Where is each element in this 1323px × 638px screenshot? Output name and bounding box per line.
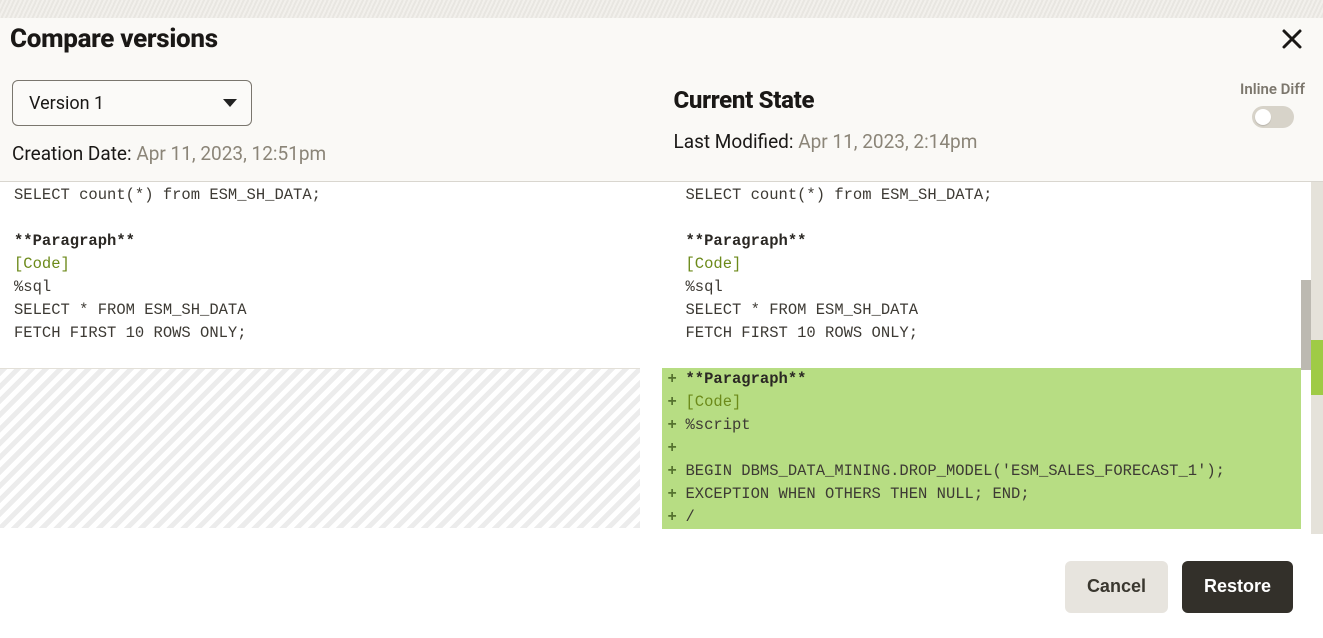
added-line: + / [668, 506, 1302, 529]
plus-icon: + [668, 460, 686, 483]
close-icon [1281, 28, 1303, 50]
added-line: + [668, 437, 1302, 460]
added-line: + %script [668, 414, 1302, 437]
columns-header: Version 1 Creation Date: Apr 11, 2023, 1… [0, 64, 1323, 182]
code-line: SELECT count(*) from ESM_SH_DATA; [686, 184, 1323, 207]
code-line: %script [686, 414, 751, 437]
toggle-knob [1255, 109, 1271, 125]
right-column-header: Current State Last Modified: Apr 11, 202… [662, 80, 1312, 165]
creation-date: Creation Date: Apr 11, 2023, 12:51pm [12, 142, 650, 165]
chevron-down-icon [223, 99, 237, 107]
code-line: BEGIN DBMS_DATA_MINING.DROP_MODEL('ESM_S… [686, 460, 1226, 483]
added-block: + **Paragraph** + [Code] + %script + + [662, 368, 1323, 529]
plus-icon: + [668, 437, 686, 460]
inline-diff-control: Inline Diff [1240, 80, 1305, 128]
code-line [686, 437, 695, 460]
code-line [14, 207, 662, 230]
code-line: %sql [14, 276, 662, 299]
missing-content-placeholder [0, 368, 662, 528]
last-modified-value: Apr 11, 2023, 2:14pm [798, 130, 977, 153]
background-texture [0, 0, 1323, 18]
modal-header: Compare versions [0, 18, 1323, 64]
paragraph-header: **Paragraph** [686, 368, 807, 391]
current-state-title: Current State [674, 80, 1312, 114]
code-tag: [Code] [686, 253, 1323, 276]
left-column-header: Version 1 Creation Date: Apr 11, 2023, 1… [12, 80, 662, 165]
version-select[interactable]: Version 1 [12, 80, 252, 126]
paragraph-header: **Paragraph** [686, 230, 1323, 253]
added-line: + EXCEPTION WHEN OTHERS THEN NULL; END; [668, 483, 1302, 506]
code-line [686, 345, 1323, 368]
modal-footer: Cancel Restore [0, 534, 1323, 638]
cancel-button[interactable]: Cancel [1065, 561, 1168, 613]
modal-title: Compare versions [10, 24, 218, 54]
plus-icon: + [668, 414, 686, 437]
added-line: + [Code] [668, 391, 1302, 414]
code-line: %sql [686, 276, 1323, 299]
last-modified: Last Modified: Apr 11, 2023, 2:14pm [674, 130, 1312, 153]
minimap-added-indicator [1311, 340, 1323, 395]
code-line: FETCH FIRST 10 ROWS ONLY; [14, 322, 662, 345]
added-line: + BEGIN DBMS_DATA_MINING.DROP_MODEL('ESM… [668, 460, 1302, 483]
compare-versions-modal: Compare versions Version 1 Creation Date… [0, 18, 1323, 638]
version-select-value: Version 1 [29, 93, 104, 114]
creation-date-value: Apr 11, 2023, 12:51pm [136, 142, 326, 165]
plus-icon: + [668, 506, 686, 529]
added-line: + **Paragraph** [668, 368, 1302, 391]
creation-date-label: Creation Date: [12, 142, 136, 165]
code-line: SELECT * FROM ESM_SH_DATA [686, 299, 1323, 322]
plus-icon: + [668, 368, 686, 391]
code-tag: [Code] [14, 253, 662, 276]
left-scrollbar-thumb[interactable] [640, 280, 662, 370]
plus-icon: + [668, 391, 686, 414]
close-button[interactable] [1277, 24, 1307, 54]
inline-diff-toggle[interactable] [1252, 106, 1294, 128]
code-line [14, 345, 662, 368]
code-line: SELECT * FROM ESM_SH_DATA [14, 299, 662, 322]
code-line: SELECT count(*) from ESM_SH_DATA; [14, 184, 662, 207]
code-tag: [Code] [686, 391, 742, 414]
restore-button[interactable]: Restore [1182, 561, 1293, 613]
code-line [686, 207, 1323, 230]
code-line: / [686, 506, 695, 529]
inline-diff-label: Inline Diff [1240, 80, 1305, 98]
last-modified-label: Last Modified: [674, 130, 799, 153]
code-line: EXCEPTION WHEN OTHERS THEN NULL; END; [686, 483, 1030, 506]
code-line: FETCH FIRST 10 ROWS ONLY; [686, 322, 1323, 345]
paragraph-header: **Paragraph** [14, 230, 662, 253]
plus-icon: + [668, 483, 686, 506]
